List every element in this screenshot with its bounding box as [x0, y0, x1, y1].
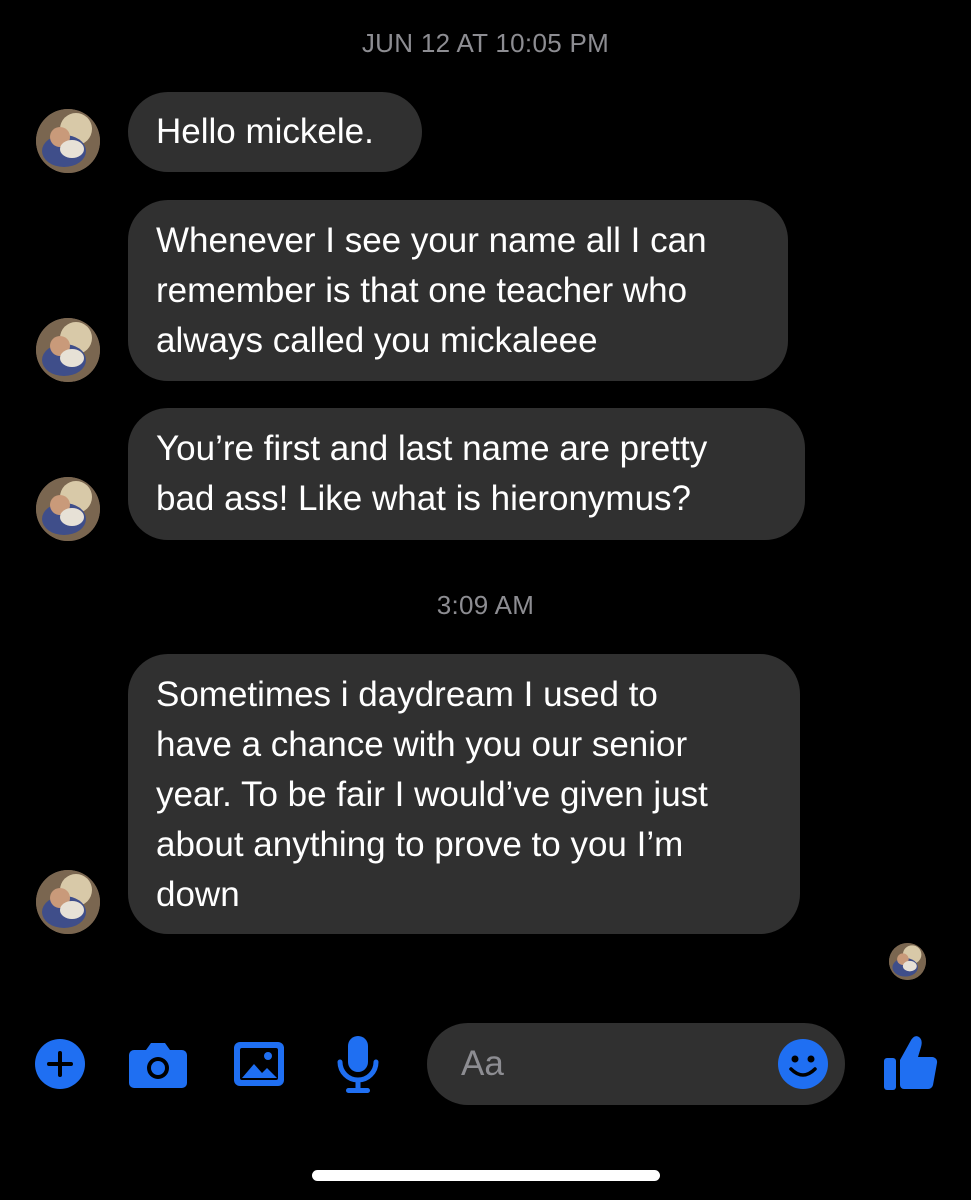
message-text: always called you mickaleee	[156, 321, 598, 360]
sender-avatar[interactable]	[36, 318, 100, 382]
thumbs-up-icon[interactable]	[882, 1032, 940, 1092]
message-bubble[interactable]: Hello mickele.	[128, 92, 422, 172]
message-text: You’re first and last name are pretty	[156, 429, 708, 468]
image-icon[interactable]	[232, 1038, 286, 1090]
sender-avatar[interactable]	[36, 477, 100, 541]
message-bubble[interactable]: Sometimes i daydream I used to have a ch…	[128, 654, 800, 934]
message-text: Hello mickele.	[156, 112, 374, 151]
sender-avatar[interactable]	[36, 109, 100, 173]
sender-avatar[interactable]	[36, 870, 100, 934]
message-input[interactable]	[461, 1023, 761, 1105]
message-composer	[0, 1020, 971, 1110]
microphone-icon[interactable]	[334, 1034, 382, 1096]
message-bubble[interactable]: You’re first and last name are pretty ba…	[128, 408, 805, 540]
message-text: Sometimes i daydream I used to	[156, 675, 658, 714]
message-text: bad ass! Like what is hieronymus?	[156, 479, 691, 518]
home-indicator[interactable]	[312, 1170, 660, 1181]
message-text: have a chance with you our senior	[156, 725, 688, 764]
message-text: remember is that one teacher who	[156, 271, 688, 310]
message-text: year. To be fair I would’ve given just	[156, 775, 708, 814]
message-bubble[interactable]: Whenever I see your name all I can remem…	[128, 200, 788, 381]
message-text: about anything to prove to you I’m	[156, 825, 684, 864]
message-text: Whenever I see your name all I can	[156, 221, 707, 260]
message-input-container[interactable]	[427, 1023, 845, 1105]
timestamp: JUN 12 AT 10:05 PM	[361, 28, 610, 58]
chat-screen: JUN 12 AT 10:05 PM Hello mickele. Whenev…	[0, 0, 971, 1200]
seen-receipt-avatar	[889, 943, 926, 980]
camera-icon[interactable]	[128, 1038, 188, 1090]
emoji-icon[interactable]	[777, 1038, 829, 1090]
message-text: down	[156, 875, 240, 914]
plus-icon[interactable]	[34, 1038, 86, 1090]
timestamp: 3:09 AM	[436, 590, 535, 620]
